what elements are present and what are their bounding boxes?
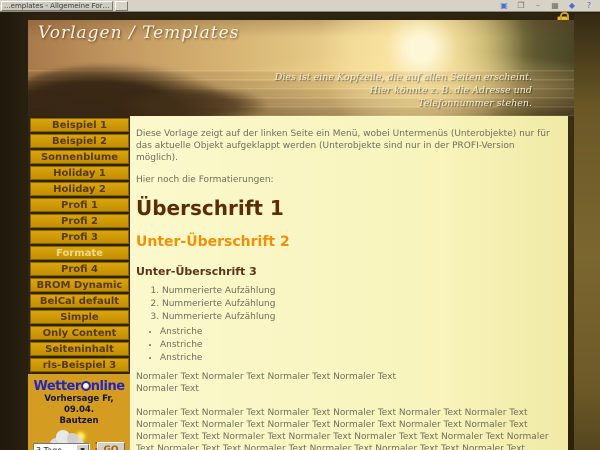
numbered-list-item: Nummerierte Aufzählung bbox=[162, 312, 552, 323]
main-content: Diese Vorlage zeigt auf der linken Seite… bbox=[130, 116, 568, 450]
bullet-list-item: Anstriche bbox=[160, 353, 552, 364]
sidebar: Beispiel 1 Beispiel 2 Sonnenblume Holiday 1… bbox=[28, 116, 130, 450]
page-body: Beispiel 1 Beispiel 2 Sonnenblume Holiday 1… bbox=[28, 116, 574, 450]
chevron-down-icon[interactable]: ▼ bbox=[76, 444, 89, 450]
sidebar-menu: Beispiel 1 Beispiel 2 Sonnenblume Holiday 1… bbox=[28, 116, 130, 374]
sidebar-item-formate[interactable]: Formate bbox=[30, 246, 129, 260]
logo-suffix: nline bbox=[91, 379, 125, 394]
go-button[interactable]: GO bbox=[97, 442, 125, 450]
weather-widget: Wetter nline Vorhersage Fr, 09.04. Bautze… bbox=[28, 374, 130, 450]
sidebar-item-profi-3[interactable]: Profi 3 bbox=[30, 230, 129, 244]
page-header: Vorlagen / Templates Dies ist eine Kopfz… bbox=[28, 20, 574, 116]
normal-text-paragraph-1: Normaler Text Normaler Text Normaler Tex… bbox=[136, 371, 552, 395]
sidebar-item-profi-1[interactable]: Profi 1 bbox=[30, 198, 129, 212]
topbar-button[interactable] bbox=[115, 1, 128, 11]
wetteronline-o-icon bbox=[81, 381, 91, 391]
grid-icon[interactable]: ▦ bbox=[550, 1, 560, 11]
sidebar-item-seiteninhalt[interactable]: Seiteninhalt bbox=[30, 342, 129, 356]
help-icon[interactable]: ? bbox=[584, 1, 594, 11]
forecast-range-select[interactable]: 3 Tage ▼ bbox=[33, 443, 90, 450]
bullet-list-item: Anstriche bbox=[160, 327, 552, 338]
topbar-icons: ▣ ❐–▦ ◆? bbox=[499, 1, 600, 11]
sidebar-item-beispiel-1[interactable]: Beispiel 1 bbox=[30, 118, 129, 132]
sidebar-item-sonnenblume[interactable]: Sonnenblume bbox=[30, 150, 129, 164]
sidebar-item-profi-4[interactable]: Profi 4 bbox=[30, 262, 129, 276]
intro-paragraph: Diese Vorlage zeigt auf der linken Seite… bbox=[136, 128, 552, 164]
bullet-list-item: Anstriche bbox=[160, 340, 552, 351]
normal-text-paragraph-2: Normaler Text Normaler Text Normaler Tex… bbox=[136, 407, 552, 450]
formats-label: Hier noch die Formatierungen: bbox=[136, 174, 552, 186]
sidebar-item-rls-beispiel-3[interactable]: rls-Beispiel 3 bbox=[30, 358, 129, 372]
header-tagline: Dies ist eine Kopfzeile, die auf allen S… bbox=[275, 71, 532, 110]
heading-1: Überschrift 1 bbox=[136, 197, 552, 219]
forecast-range-value: 3 Tage bbox=[36, 446, 62, 450]
site-title: Vorlagen / Templates bbox=[38, 23, 239, 43]
heading-2: Unter-Überschrift 2 bbox=[136, 234, 552, 250]
p1-line-2: Normaler Text bbox=[136, 384, 199, 394]
tagline-line-1: Dies ist eine Kopfzeile, die auf allen S… bbox=[275, 71, 532, 84]
sidebar-item-simple[interactable]: Simple bbox=[30, 310, 129, 324]
forecast-city: Bautzen bbox=[28, 416, 130, 427]
forecast-label: Vorhersage Fr, 09.04. bbox=[28, 394, 130, 416]
desktop-background: Vorlagen / Templates Dies ist eine Kopfz… bbox=[0, 13, 600, 450]
weather-controls: 3 Tage ▼ GO bbox=[33, 442, 125, 450]
logo-prefix: Wetter bbox=[33, 379, 80, 394]
sidebar-item-profi-2[interactable]: Profi 2 bbox=[30, 214, 129, 228]
sidebar-item-brom-dynamic[interactable]: BROM Dynamic bbox=[30, 278, 129, 292]
screen: ...emplates - Allgemeine Formate für Tex… bbox=[0, 0, 600, 450]
sidebar-item-holiday-1[interactable]: Holiday 1 bbox=[30, 166, 129, 180]
sidebar-item-belcal-default[interactable]: BelCal default bbox=[30, 294, 129, 308]
tagline-line-3: Telefonnummer stehen. bbox=[275, 97, 532, 110]
bullet-list: Anstriche Anstriche Anstriche bbox=[136, 327, 552, 364]
browser-tab-title: ...emplates - Allgemeine Formate für Tex… bbox=[4, 2, 113, 10]
sidebar-item-only-content[interactable]: Only Content bbox=[30, 326, 129, 340]
p1-line-1: Normaler Text Normaler Text Normaler Tex… bbox=[136, 372, 396, 382]
numbered-list-item: Nummerierte Aufzählung bbox=[162, 299, 552, 310]
browser-topbar: ...emplates - Allgemeine Formate für Tex… bbox=[0, 0, 600, 12]
page-right-border bbox=[568, 116, 574, 450]
tagline-line-2: Hier könnte z. B. die Adresse und bbox=[275, 84, 532, 97]
website-page: Vorlagen / Templates Dies ist eine Kopfz… bbox=[28, 20, 574, 450]
sidebar-item-beispiel-2[interactable]: Beispiel 2 bbox=[30, 134, 129, 148]
bookmark-icon[interactable]: ◆ bbox=[567, 1, 577, 11]
heading-3: Unter-Überschrift 3 bbox=[136, 265, 552, 278]
browser-tab[interactable]: ...emplates - Allgemeine Formate für Tex… bbox=[1, 1, 113, 11]
minimize-icon[interactable]: – bbox=[533, 1, 543, 11]
windows-icon[interactable]: ❐ bbox=[516, 1, 526, 11]
background-right-panel bbox=[574, 13, 600, 450]
app-icon[interactable]: ▣ bbox=[499, 1, 509, 11]
sidebar-item-holiday-2[interactable]: Holiday 2 bbox=[30, 182, 129, 196]
numbered-list: Nummerierte Aufzählung Nummerierte Aufzäh… bbox=[136, 286, 552, 323]
wetteronline-logo[interactable]: Wetter nline bbox=[28, 379, 130, 394]
numbered-list-item: Nummerierte Aufzählung bbox=[162, 286, 552, 297]
